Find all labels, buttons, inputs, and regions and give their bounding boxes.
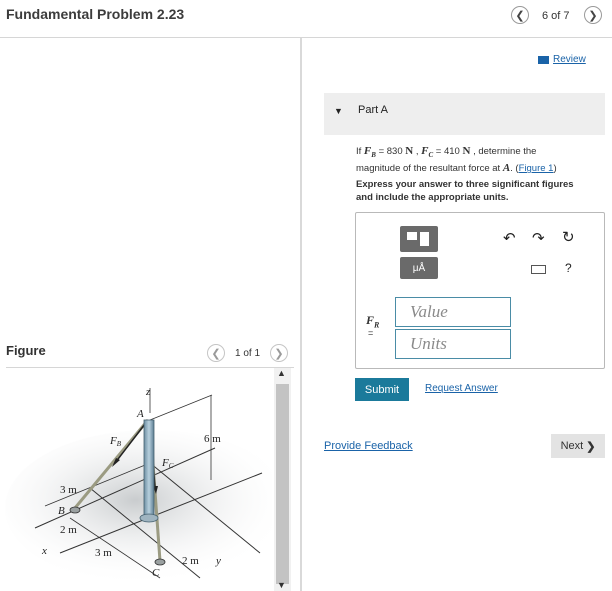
chevron-right-icon: ❯ bbox=[586, 440, 596, 453]
label-y: y bbox=[215, 555, 221, 567]
answer-box: μÅ ↶ ↷ ↻ ? FR = Value Units bbox=[355, 212, 605, 369]
units-input[interactable]: Units bbox=[395, 329, 511, 359]
value-input[interactable]: Value bbox=[395, 297, 511, 327]
figure-pager: 1 of 1 bbox=[235, 348, 261, 359]
next-label: Next bbox=[560, 440, 584, 452]
next-figure-button[interactable]: ❯ bbox=[270, 344, 288, 362]
template-block-icon bbox=[407, 232, 417, 240]
label-2m-bottom: 2 m bbox=[182, 555, 199, 567]
next-problem-button[interactable]: ❯ bbox=[584, 6, 602, 24]
equals-sign: = bbox=[368, 328, 374, 338]
help-icon[interactable]: ? bbox=[565, 261, 572, 275]
scroll-down-icon[interactable]: ▼ bbox=[277, 580, 286, 590]
chevron-left-icon: ❮ bbox=[211, 347, 221, 360]
chevron-right-icon: ❯ bbox=[274, 347, 284, 360]
label-2m-left: 2 m bbox=[60, 524, 77, 536]
problem-pager: 6 of 7 bbox=[542, 10, 570, 22]
prev-problem-button[interactable]: ❮ bbox=[511, 6, 529, 24]
page-title: Fundamental Problem 2.23 bbox=[6, 6, 185, 22]
fr-variable-label: FR bbox=[366, 313, 380, 330]
book-icon bbox=[538, 55, 549, 64]
label-b: B bbox=[58, 505, 65, 517]
label-a: A bbox=[136, 408, 144, 420]
chevron-left-icon: ❮ bbox=[515, 9, 525, 22]
figure-heading: Figure bbox=[6, 343, 46, 358]
scroll-up-icon[interactable]: ▲ bbox=[277, 368, 286, 378]
reset-icon[interactable]: ↻ bbox=[562, 228, 575, 246]
review-link[interactable]: Review bbox=[538, 54, 586, 65]
pole-base bbox=[139, 513, 159, 523]
figure-scroll-thumb[interactable] bbox=[276, 384, 289, 584]
next-button[interactable]: Next ❯ bbox=[551, 434, 605, 458]
panel-splitter[interactable] bbox=[300, 38, 302, 591]
chevron-right-icon: ❯ bbox=[588, 9, 598, 22]
submit-button[interactable]: Submit bbox=[355, 378, 409, 401]
label-c: C bbox=[152, 567, 160, 579]
label-3m-bottom: 3 m bbox=[95, 547, 112, 559]
undo-icon[interactable]: ↶ bbox=[503, 229, 516, 247]
label-x: x bbox=[41, 545, 47, 557]
keyboard-icon[interactable] bbox=[531, 265, 546, 274]
anchor-b bbox=[69, 506, 81, 514]
ground-plane bbox=[5, 430, 272, 586]
part-label: Part A bbox=[358, 104, 388, 116]
collapse-triangle-icon: ▼ bbox=[334, 106, 343, 116]
question-text: If FB = 830 N , FC = 410 N , determine t… bbox=[356, 145, 557, 175]
header-divider bbox=[0, 37, 612, 38]
request-answer-link[interactable]: Request Answer bbox=[425, 383, 498, 394]
prev-figure-button[interactable]: ❮ bbox=[207, 344, 225, 362]
label-z: z bbox=[145, 386, 151, 398]
instruction-text: Express your answer to three significant… bbox=[356, 179, 574, 203]
label-6m: 6 m bbox=[204, 433, 221, 445]
part-a-header[interactable]: ▼ Part A bbox=[324, 93, 605, 135]
templates-button[interactable] bbox=[400, 226, 438, 252]
anchor-c bbox=[154, 558, 166, 566]
review-label: Review bbox=[553, 54, 586, 65]
redo-icon[interactable]: ↷ bbox=[532, 229, 545, 247]
figure-1-link[interactable]: Figure 1 bbox=[519, 163, 554, 174]
provide-feedback-link[interactable]: Provide Feedback bbox=[324, 440, 413, 452]
figure-diagram: z A FB FC 6 m 3 m B 2 m x 3 m C 2 m y bbox=[5, 386, 272, 586]
units-tool-button[interactable]: μÅ bbox=[400, 257, 438, 279]
label-3m-left: 3 m bbox=[60, 484, 77, 496]
pole bbox=[143, 419, 155, 517]
template-fraction-icon bbox=[420, 232, 429, 246]
